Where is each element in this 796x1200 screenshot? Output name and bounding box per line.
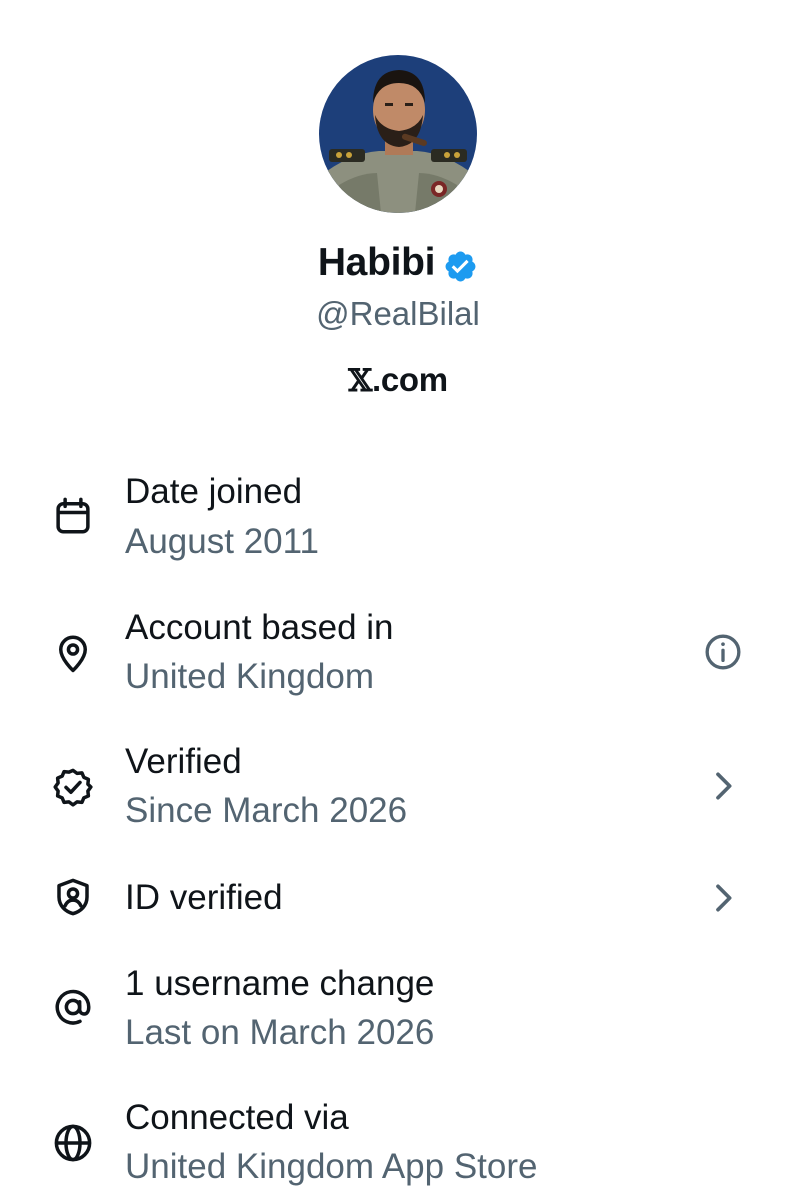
website-suffix: .com xyxy=(371,361,448,398)
about-row-subtitle: Last on March 2026 xyxy=(125,1013,435,1052)
at-sign-icon xyxy=(52,986,94,1028)
location-pin-icon xyxy=(52,632,94,674)
verified-badge-icon[interactable] xyxy=(443,247,478,282)
id-shield-icon xyxy=(52,876,94,918)
about-row-subtitle: August 2011 xyxy=(125,522,319,561)
display-name: Habibi xyxy=(0,238,796,288)
about-row-account-based-in: Account based in United Kingdom xyxy=(0,606,796,706)
x-logo-icon: 𝕏 xyxy=(348,363,372,399)
verified-badge-icon xyxy=(52,766,94,808)
about-row-title: ID verified xyxy=(125,878,283,917)
about-row-verified[interactable]: Verified Since March 2026 xyxy=(0,740,796,840)
about-row-title: Date joined xyxy=(125,472,303,511)
website-link[interactable]: 𝕏.com xyxy=(0,358,796,403)
calendar-icon xyxy=(52,495,94,537)
about-row-title: Verified xyxy=(125,742,242,781)
about-row-title: Account based in xyxy=(125,608,394,647)
about-row-subtitle: United Kingdom xyxy=(125,657,375,696)
avatar[interactable] xyxy=(319,55,477,213)
about-row-subtitle: United Kingdom App Store xyxy=(125,1147,538,1186)
handle: @RealBilal xyxy=(316,295,480,332)
about-row-username-change: 1 username change Last on March 2026 xyxy=(0,962,796,1062)
about-row-title: 1 username change xyxy=(125,964,435,1003)
about-row-date-joined: Date joined August 2011 xyxy=(0,470,796,570)
chevron-right-icon[interactable] xyxy=(703,878,743,918)
about-row-id-verified[interactable]: ID verified xyxy=(0,874,796,924)
about-row-connected-via: Connected via United Kingdom App Store xyxy=(0,1096,796,1196)
chevron-right-icon[interactable] xyxy=(703,766,743,806)
display-name-text: Habibi xyxy=(317,241,436,284)
info-icon[interactable] xyxy=(703,632,743,672)
about-row-title: Connected via xyxy=(125,1098,349,1137)
about-row-subtitle: Since March 2026 xyxy=(125,791,408,830)
globe-icon xyxy=(52,1122,94,1164)
